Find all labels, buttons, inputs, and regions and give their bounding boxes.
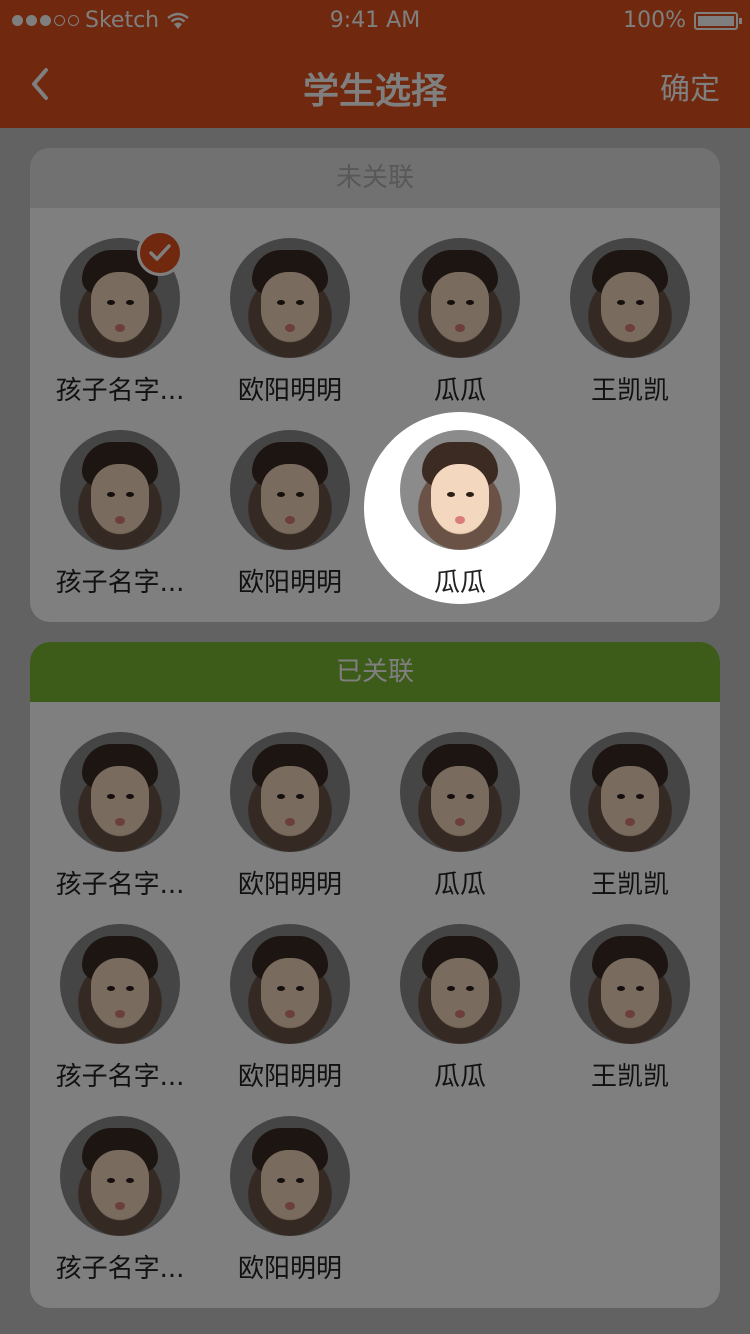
dim-overlay[interactable]: [0, 0, 750, 1334]
student-name: 瓜瓜: [433, 568, 486, 598]
highlighted-student[interactable]: 瓜瓜: [375, 430, 545, 599]
avatar: [400, 430, 520, 550]
